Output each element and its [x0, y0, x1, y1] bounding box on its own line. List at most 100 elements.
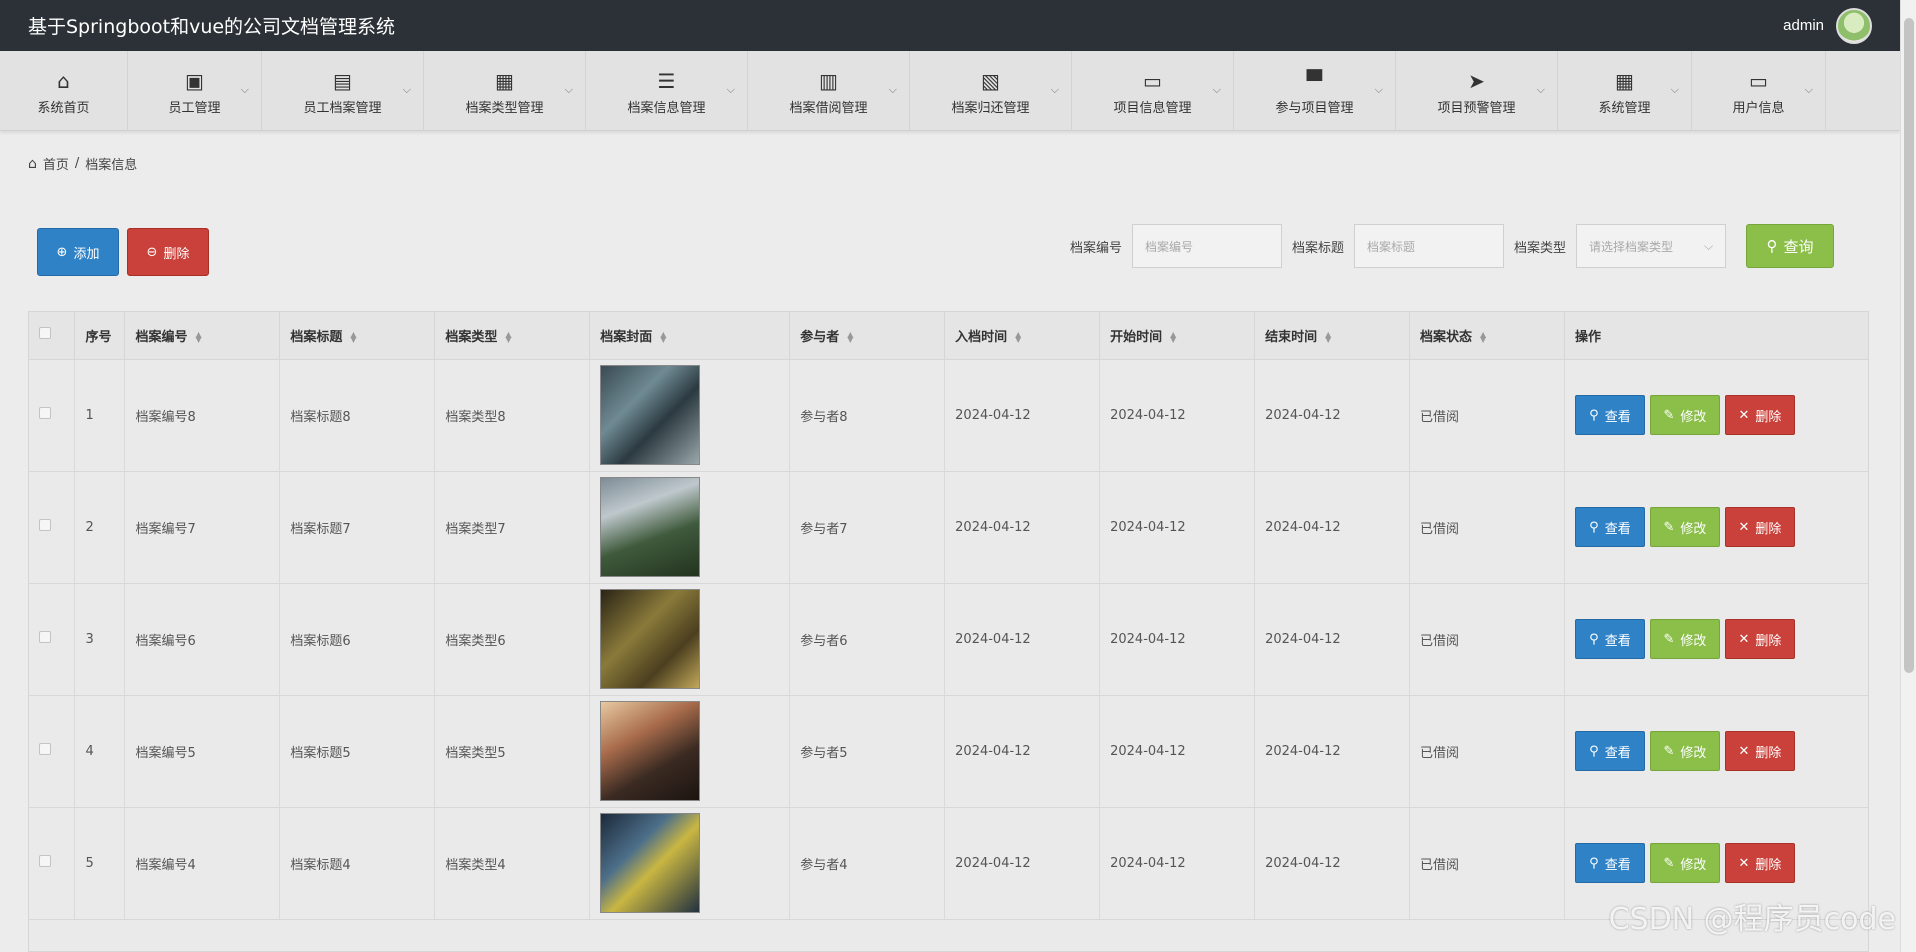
- row-checkbox[interactable]: [39, 407, 51, 419]
- column-header[interactable]: 结束时间 ▲ ▼: [1254, 312, 1411, 360]
- delete-button[interactable]: ✕ 删除: [1724, 731, 1795, 771]
- batch-delete-button[interactable]: ⊖ 删除: [127, 228, 209, 276]
- column-header[interactable]: 档案标题 ▲ ▼: [279, 312, 436, 360]
- column-header[interactable]: 入档时间 ▲ ▼: [944, 312, 1101, 360]
- archived-date: 2024-04-12: [944, 359, 1101, 472]
- nav-item-archive-borrow[interactable]: ▥ 档案借阅管理 ⌵: [748, 51, 910, 131]
- column-header[interactable]: 档案封面 ▲ ▼: [589, 312, 791, 360]
- column-header[interactable]: 开始时间 ▲ ▼: [1099, 312, 1256, 360]
- code-label: 档案编号: [1070, 240, 1123, 256]
- username[interactable]: admin: [1783, 17, 1824, 34]
- start-date-text: 2024-04-12: [1110, 855, 1186, 871]
- archive-cover-image[interactable]: [600, 365, 701, 465]
- page-scrollbar[interactable]: [1900, 0, 1916, 952]
- nav-item-user-info[interactable]: ▭ 用户信息 ⌵: [1692, 51, 1826, 131]
- table-row[interactable]: 1 档案编号8 档案标题8 档案类型8 参与者8 2024-04-12 2024-04-12…: [29, 359, 1868, 472]
- code-input[interactable]: 档案编号: [1132, 224, 1283, 268]
- delete-button[interactable]: ✕ 删除: [1724, 843, 1795, 883]
- nav-item-employee[interactable]: ▣ 员工管理 ⌵: [128, 51, 262, 131]
- sort-icon[interactable]: ▲ ▼: [660, 331, 666, 344]
- edit-button[interactable]: ✎ 修改: [1649, 395, 1720, 435]
- row-checkbox[interactable]: [39, 631, 51, 643]
- table-row[interactable]: 5 档案编号4 档案标题4 档案类型4 参与者4 2024-04-12 2024-04-12…: [29, 807, 1868, 920]
- row-checkbox[interactable]: [39, 743, 51, 755]
- main-nav: ⌂ 系统首页 ▣ 员工管理 ⌵ ▤ 员工档案管理 ⌵ ▦ 档案类型管理 ⌵ ☰ 档案信息管理 ⌵ ▥ 档案借阅…: [0, 51, 1900, 131]
- archive-cover-image[interactable]: [600, 701, 701, 801]
- nav-item-archive-return[interactable]: ▧ 档案归还管理 ⌵: [910, 51, 1072, 131]
- edit-button[interactable]: ✎ 修改: [1649, 843, 1720, 883]
- search-icon: ⚲: [1589, 631, 1599, 647]
- column-header-label: 档案标题: [290, 329, 343, 345]
- select-all-checkbox[interactable]: [39, 327, 51, 340]
- row-index: 3: [74, 583, 126, 696]
- column-header[interactable]: 档案类型 ▲ ▼: [434, 312, 591, 360]
- column-header[interactable]: 档案状态 ▲ ▼: [1409, 312, 1565, 360]
- nav-item-archive-type[interactable]: ▦ 档案类型管理 ⌵: [424, 51, 586, 131]
- edit-button[interactable]: ✎ 修改: [1649, 507, 1720, 547]
- user-area[interactable]: admin: [1783, 7, 1872, 44]
- column-header: 序号: [74, 312, 126, 360]
- archive-cover-image[interactable]: [600, 589, 701, 689]
- archive-status-text: 已借阅: [1420, 521, 1460, 537]
- edit-label: 修改: [1680, 521, 1707, 537]
- view-button[interactable]: ⚲ 查看: [1574, 395, 1645, 435]
- table-row[interactable]: 4 档案编号5 档案标题5 档案类型5 参与者5 2024-04-12 2024-04-12…: [29, 695, 1868, 808]
- nav-item-archive-info[interactable]: ☰ 档案信息管理 ⌵: [586, 51, 748, 131]
- nav-item-employee-archive[interactable]: ▤ 员工档案管理 ⌵: [262, 51, 424, 131]
- row-checkbox[interactable]: [39, 519, 51, 531]
- chevron-down-icon: ⌵: [726, 83, 735, 96]
- edit-button[interactable]: ✎ 修改: [1649, 619, 1720, 659]
- view-button[interactable]: ⚲ 查看: [1574, 619, 1645, 659]
- nav-item-home[interactable]: ⌂ 系统首页: [0, 51, 128, 131]
- edit-icon: ✎: [1663, 743, 1675, 759]
- table-row[interactable]: 3 档案编号6 档案标题6 档案类型6 参与者6 2024-04-12 2024-04-12…: [29, 583, 1868, 696]
- archived-date: 2024-04-12: [944, 471, 1101, 584]
- sort-icon[interactable]: ▲ ▼: [505, 331, 511, 344]
- close-icon: ✕: [1738, 407, 1750, 423]
- row-actions: ⚲ 查看 ✎ 修改 ✕ 删除: [1564, 359, 1868, 472]
- archive-title-text: 档案标题7: [290, 521, 351, 537]
- view-button[interactable]: ⚲ 查看: [1574, 731, 1645, 771]
- column-header-label: 操作: [1574, 329, 1601, 345]
- sort-icon[interactable]: ▲ ▼: [1015, 331, 1021, 344]
- title-input[interactable]: 档案标题: [1354, 224, 1505, 268]
- archive-cover-image[interactable]: [600, 477, 701, 577]
- delete-button[interactable]: ✕ 删除: [1724, 619, 1795, 659]
- table-row[interactable]: 2 档案编号7 档案标题7 档案类型7 参与者7 2024-04-12 2024-04-12…: [29, 471, 1868, 584]
- view-button[interactable]: ⚲ 查看: [1574, 507, 1645, 547]
- sort-icon[interactable]: ▲ ▼: [350, 331, 356, 344]
- nav-item-system[interactable]: ▦ 系统管理 ⌵: [1558, 51, 1692, 131]
- column-header[interactable]: 档案编号 ▲ ▼: [124, 312, 281, 360]
- nav-item-project-warning[interactable]: ➤ 项目预警管理 ⌵: [1396, 51, 1558, 131]
- edit-button[interactable]: ✎ 修改: [1649, 731, 1720, 771]
- archive-type-text: 档案类型7: [445, 521, 506, 537]
- home-icon: ⌂: [57, 68, 70, 93]
- type-select[interactable]: 请选择档案类型 ⌵: [1576, 224, 1727, 268]
- avatar[interactable]: [1836, 7, 1872, 44]
- view-button[interactable]: ⚲ 查看: [1574, 843, 1645, 883]
- scrollbar-thumb[interactable]: [1904, 18, 1914, 673]
- sort-icon[interactable]: ▲ ▼: [1480, 331, 1486, 344]
- row-select-cell: [29, 695, 76, 808]
- nav-item-project-participation[interactable]: ▀ 参与项目管理 ⌵: [1234, 51, 1396, 131]
- sort-icon[interactable]: ▲ ▼: [847, 331, 853, 344]
- archive-cover-image[interactable]: [600, 813, 701, 913]
- system-icon: ▦: [1615, 68, 1634, 93]
- delete-button[interactable]: ✕ 删除: [1724, 507, 1795, 547]
- nav-item-project-info[interactable]: ▭ 项目信息管理 ⌵: [1072, 51, 1234, 131]
- chevron-down-icon: ⌵: [1374, 83, 1383, 96]
- row-checkbox[interactable]: [39, 855, 51, 867]
- add-button[interactable]: ⊕ 添加: [37, 228, 119, 276]
- sort-icon[interactable]: ▲ ▼: [1170, 331, 1176, 344]
- nav-label: 项目信息管理: [1113, 100, 1192, 116]
- chevron-down-icon: ⌵: [1050, 83, 1059, 96]
- sort-icon[interactable]: ▲ ▼: [1325, 331, 1331, 344]
- sort-icon[interactable]: ▲ ▼: [195, 331, 201, 344]
- query-button[interactable]: ⚲ 查询: [1746, 224, 1835, 268]
- breadcrumb-home[interactable]: 首页: [43, 154, 69, 173]
- archived-date-text: 2024-04-12: [955, 407, 1031, 423]
- archive-type-icon: ▦: [495, 68, 514, 93]
- delete-button[interactable]: ✕ 删除: [1724, 395, 1795, 435]
- column-header[interactable]: 参与者 ▲ ▼: [789, 312, 946, 360]
- archive-code-text: 档案编号4: [135, 857, 196, 873]
